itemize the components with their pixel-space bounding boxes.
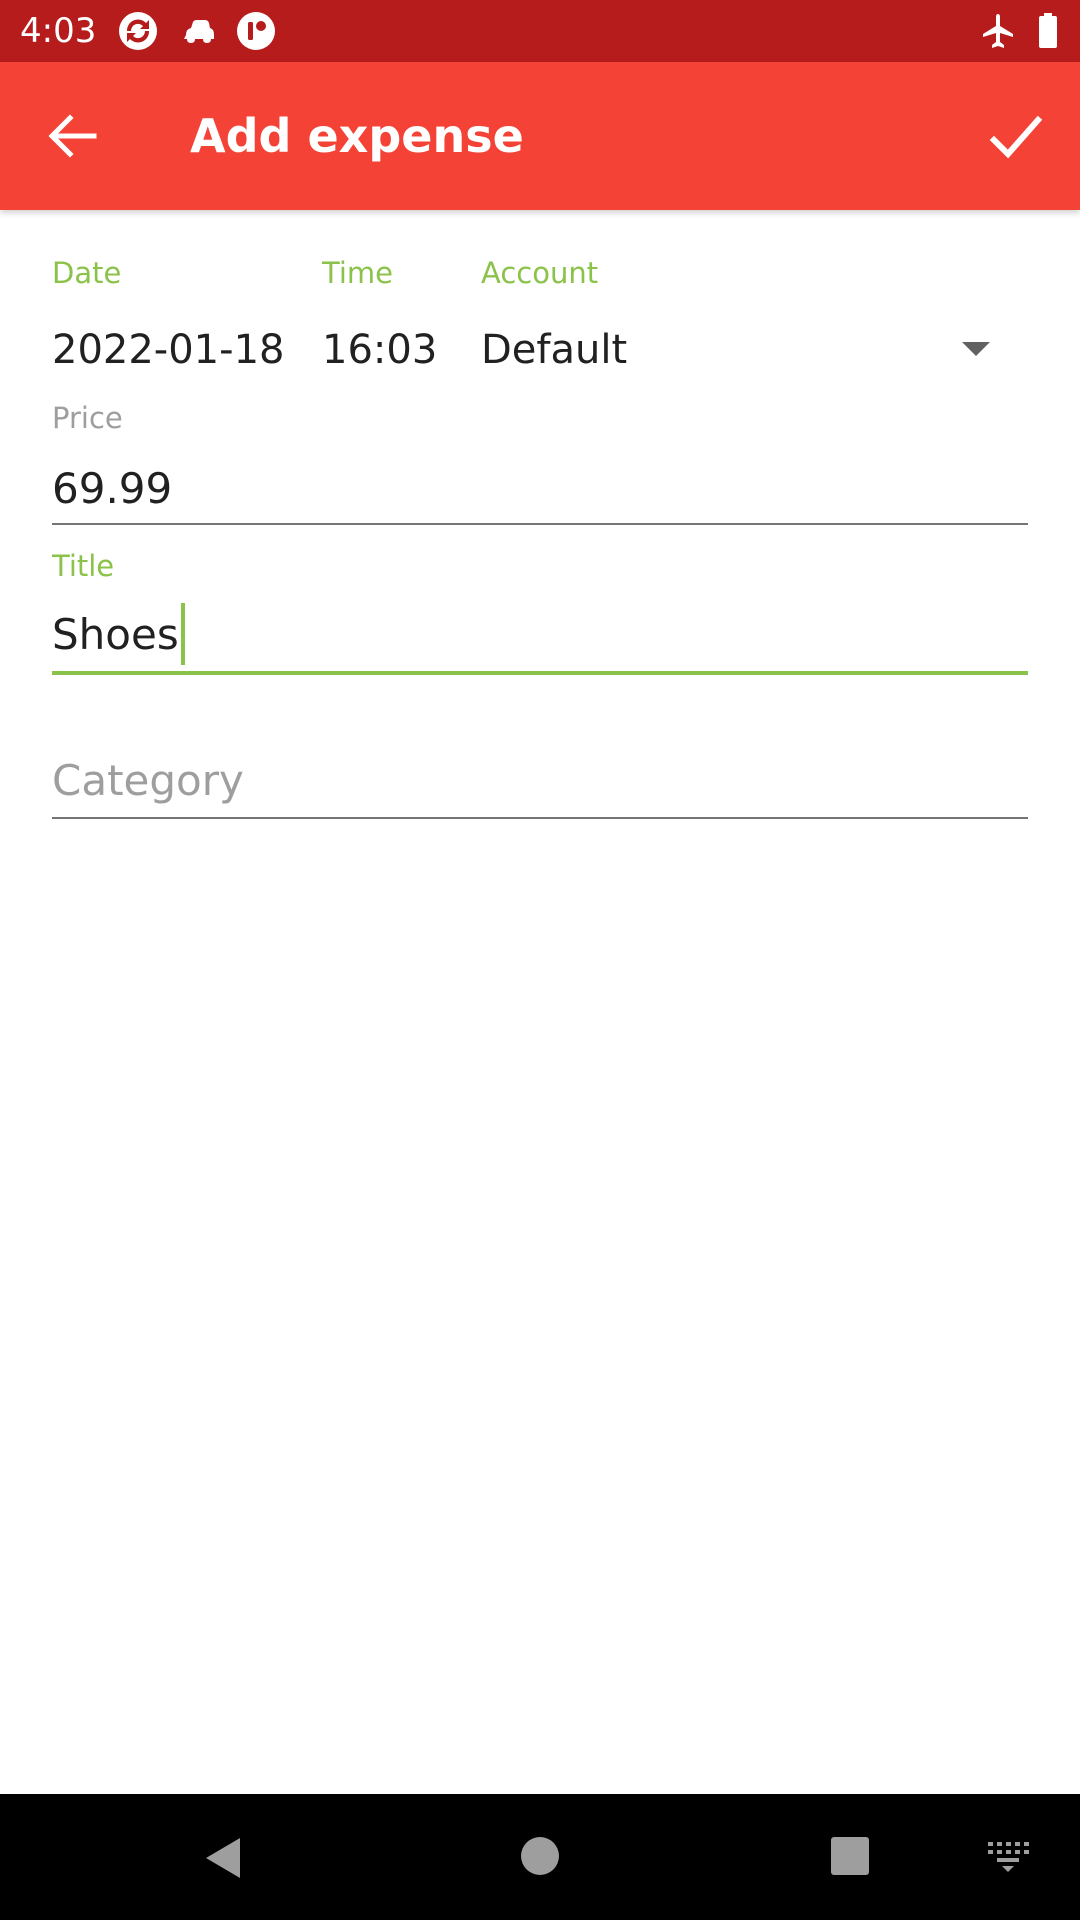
check-icon <box>989 115 1043 159</box>
date-picker[interactable]: 2022-01-18 <box>52 325 284 375</box>
status-time: 4:03 <box>20 11 97 51</box>
airplane-mode-icon <box>978 11 1018 51</box>
time-label: Time <box>322 256 393 290</box>
sync-app-icon <box>118 11 158 51</box>
price-label: Price <box>52 401 123 435</box>
title-input[interactable] <box>52 606 1028 662</box>
time-picker[interactable]: 16:03 <box>322 325 437 375</box>
category-input[interactable] <box>52 752 1028 808</box>
save-button[interactable] <box>984 106 1048 170</box>
add-expense-screen: 4:03 Add expense Date Time Account 2022-… <box>0 0 1080 1920</box>
category-underline <box>52 817 1028 819</box>
car-app-icon <box>178 11 218 51</box>
dropdown-arrow-icon[interactable] <box>958 338 994 362</box>
page-title: Add expense <box>190 109 524 163</box>
recents-nav-icon[interactable] <box>828 1834 872 1878</box>
account-label: Account <box>481 256 599 290</box>
back-nav-icon[interactable] <box>200 1834 248 1882</box>
battery-icon <box>1028 11 1068 51</box>
keyboard-icon[interactable] <box>986 1838 1030 1874</box>
date-label: Date <box>52 256 122 290</box>
app-bar: Add expense <box>0 62 1080 210</box>
text-cursor <box>181 603 185 665</box>
status-bar: 4:03 <box>0 0 1080 62</box>
home-nav-icon[interactable] <box>518 1834 562 1878</box>
arrow-back-icon <box>48 114 97 158</box>
price-input[interactable] <box>52 460 1028 516</box>
title-underline <box>52 671 1028 675</box>
price-underline <box>52 523 1028 525</box>
system-navigation-bar <box>0 1794 1080 1920</box>
title-label: Title <box>52 549 115 583</box>
back-button[interactable] <box>34 108 110 164</box>
info-app-icon <box>236 11 276 51</box>
account-dropdown[interactable]: Default <box>481 325 627 375</box>
